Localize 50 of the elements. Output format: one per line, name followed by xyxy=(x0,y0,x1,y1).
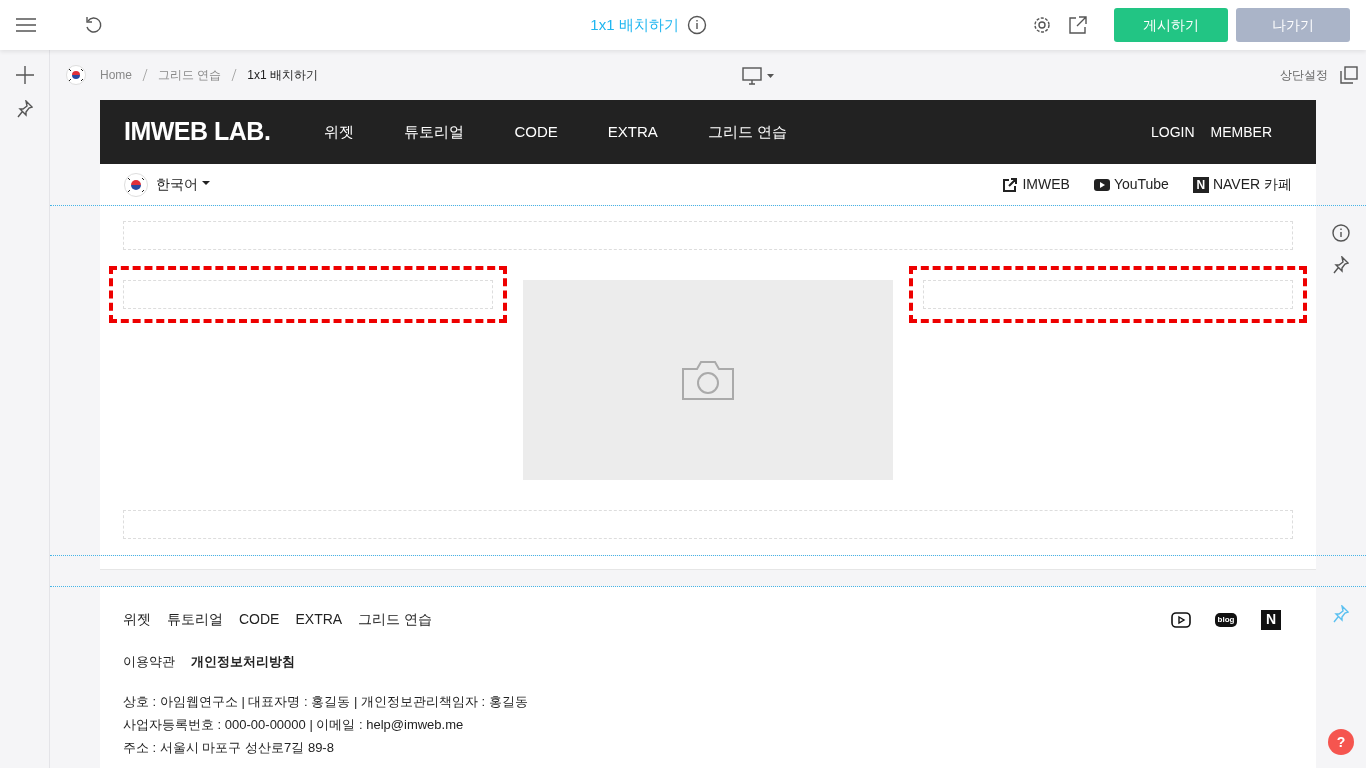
policy-link[interactable]: 개인정보처리방침 xyxy=(191,652,295,672)
header-settings-label[interactable]: 상단설정 xyxy=(1280,66,1328,84)
breadcrumb-link[interactable]: 그리드 연습 xyxy=(158,66,222,84)
separator-icon xyxy=(142,69,148,81)
header-link[interactable]: IMWEB xyxy=(1022,174,1070,195)
separator-icon xyxy=(231,69,238,81)
flag-icon xyxy=(124,172,148,197)
header-link[interactable]: YouTube xyxy=(1113,174,1169,195)
footer-menu-item[interactable]: 위젯 xyxy=(123,609,151,630)
company-info-line: 상호 : 아임웹연구소 | 대표자명 : 홍길동 | 개인정보관리책임자 : 홍길동 xyxy=(123,692,529,711)
youtube-icon[interactable] xyxy=(1171,611,1191,628)
flag-icon[interactable] xyxy=(66,65,86,85)
breadcrumb-link[interactable]: 1x1 배치하기 xyxy=(247,66,319,84)
menu-icon[interactable] xyxy=(16,17,36,33)
blog-icon[interactable]: blog xyxy=(1215,612,1237,627)
footer-menu-item[interactable]: EXTRA xyxy=(295,609,343,630)
page-title: 1x1 배치하기 xyxy=(590,14,679,35)
naver-icon[interactable]: N xyxy=(1261,609,1281,630)
copy-icon[interactable] xyxy=(1340,66,1358,84)
grid-cell[interactable] xyxy=(909,266,1307,323)
settings-icon[interactable] xyxy=(1033,16,1051,34)
company-info-line: 사업자등록번호 : 000-00-00000 | 이메일 : help@imweb.me xyxy=(123,715,465,734)
nav-menu-item[interactable]: 그리드 연습 xyxy=(707,120,787,144)
company-info-line: 주소 : 서울시 마포구 성산로7길 89-8 xyxy=(123,738,335,757)
add-icon[interactable] xyxy=(15,66,34,84)
desktop-view-icon[interactable] xyxy=(742,66,776,85)
footer-menu-item[interactable]: CODE xyxy=(239,609,280,630)
camera-icon xyxy=(681,359,735,401)
pin-icon[interactable] xyxy=(1333,256,1349,275)
account-link[interactable]: LOGIN xyxy=(1150,121,1195,143)
grid-cell[interactable] xyxy=(109,266,507,323)
info-icon[interactable] xyxy=(1332,224,1350,243)
nav-menu-item[interactable]: CODE xyxy=(514,120,558,144)
site-logo[interactable]: IMWEB LAB. xyxy=(124,113,271,151)
undo-icon[interactable] xyxy=(84,15,104,35)
external-link-icon xyxy=(1002,176,1019,193)
header-link[interactable]: NAVER 카페 xyxy=(1212,174,1292,195)
pin-icon[interactable] xyxy=(16,100,33,118)
youtube-icon xyxy=(1093,178,1110,191)
external-link-icon[interactable] xyxy=(1069,16,1087,34)
footer-menu-item[interactable]: 그리드 연습 xyxy=(358,609,433,630)
policy-link[interactable]: 이용약관 xyxy=(123,652,175,672)
footer-menu-item[interactable]: 튜토리얼 xyxy=(167,609,223,630)
naver-icon: N xyxy=(1192,176,1209,193)
nav-menu-item[interactable]: 위젯 xyxy=(324,120,355,144)
nav-menu-item[interactable]: EXTRA xyxy=(607,120,658,144)
info-icon[interactable] xyxy=(686,15,707,35)
nav-menu-item[interactable]: 튜토리얼 xyxy=(404,120,465,144)
language-dropdown[interactable]: 한국어 xyxy=(156,174,210,195)
account-link[interactable]: MEMBER xyxy=(1210,121,1272,143)
